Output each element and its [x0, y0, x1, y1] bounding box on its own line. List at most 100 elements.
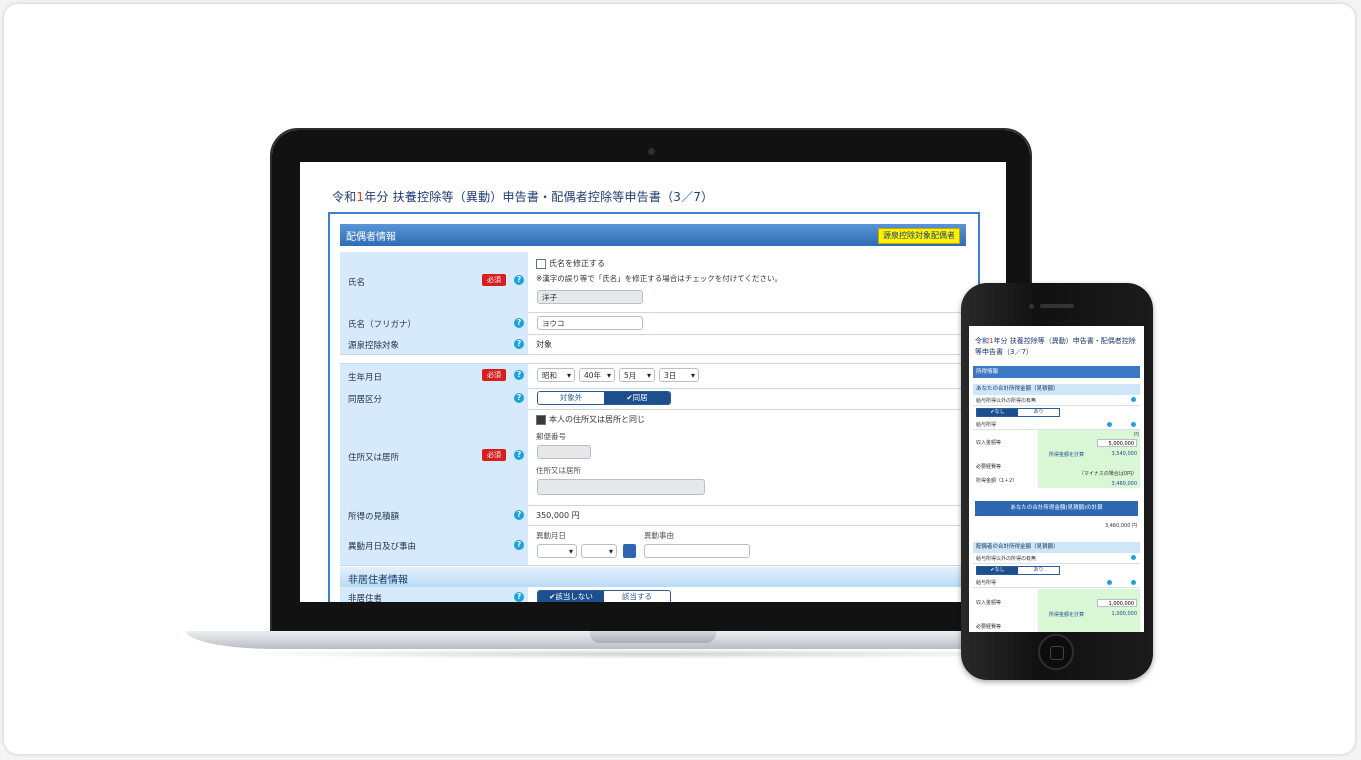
product-showcase-card: 令和1年分 扶養控除等（異動）申告書・配偶者控除等申告書（3／7） 配偶者情報 …	[4, 4, 1355, 754]
cohabit-label: 同居区分	[348, 395, 383, 405]
phone-spouse-gross-input[interactable]: 1,000,000	[1097, 599, 1137, 607]
required-badge: 必須	[482, 449, 506, 461]
address-sub-label: 住所又は居所	[536, 466, 581, 475]
toggle-none[interactable]: ✔なし	[977, 409, 1018, 416]
phone-screen: 令和1年分 扶養控除等（異動）申告書・配偶者控除等申告書（3／7） 所得情報 あ…	[969, 326, 1144, 632]
postal-label: 郵便番号	[536, 432, 566, 441]
phone-self-result: 3,460,000 円	[1104, 523, 1137, 529]
phone-spouse-calc-link[interactable]: 所得金額を計算	[1049, 611, 1089, 618]
phone-self-income-header: あなたの合計所得金額（見積額）	[973, 384, 1140, 395]
checkbox-checked-icon[interactable]	[536, 414, 546, 425]
era-select[interactable]: 昭和	[537, 368, 575, 383]
nonresident-option-on[interactable]: ✔該当しない	[538, 591, 604, 602]
phone-home-button	[1038, 634, 1074, 670]
phone-row-other-income: 給与所得以外の所得の有無	[973, 396, 1140, 406]
change-reason-field[interactable]	[644, 544, 750, 558]
month-select[interactable]: 5月	[619, 368, 655, 383]
name-row: 氏名 必須 ? 氏名を修正する ※漢字の誤り等で「氏名」を修正する場合はチェック…	[340, 252, 966, 313]
income-row: 所得の見積額 ? 350,000 円	[340, 505, 966, 526]
laptop-camera	[648, 148, 655, 155]
phone-calc-link[interactable]: 所得金額を計算	[1049, 451, 1089, 458]
address-row: 住所又は居所 必須 ? 本人の住所又は居所と同じ 郵便番号 住所又は居所	[340, 409, 966, 506]
name-label: 氏名	[348, 278, 366, 288]
phone-calc-value: 3,540,000	[1111, 451, 1137, 457]
same-address-checkbox[interactable]: 本人の住所又は居所と同じ	[536, 414, 645, 425]
phone-total-value: 3,460,000	[1111, 481, 1137, 487]
change-date-label: 異動月日	[536, 531, 566, 540]
help-icon[interactable]	[1131, 422, 1136, 427]
change-month-select[interactable]	[537, 544, 577, 559]
cohabit-toggle[interactable]: 対象外 ✔同居	[537, 391, 671, 405]
laptop-base-notch	[590, 631, 716, 643]
name-field[interactable]: 洋子	[537, 290, 643, 304]
phone-speaker	[1040, 304, 1074, 308]
toggle-none[interactable]: ✔なし	[977, 567, 1018, 574]
furigana-field[interactable]: ヨウコ	[537, 316, 643, 330]
nonresident-header: 非居住者情報	[340, 567, 966, 587]
day-select[interactable]: 3日	[659, 368, 699, 383]
withholding-value: 対象	[536, 340, 552, 349]
cohabit-option-off[interactable]: 対象外	[538, 392, 604, 404]
furigana-row: 氏名（フリガナ） ? ヨウコ	[340, 312, 966, 335]
laptop-screen: 令和1年分 扶養控除等（異動）申告書・配偶者控除等申告書（3／7） 配偶者情報 …	[300, 162, 1006, 602]
change-label: 異動月日及び事由	[348, 542, 417, 552]
nonresident-option-off[interactable]: 該当する	[604, 591, 670, 602]
phone-spouse-row-other: 必要経費等	[976, 624, 1002, 630]
income-value: 350,000 円	[536, 511, 580, 520]
help-icon[interactable]: ?	[514, 318, 524, 328]
furigana-label: 氏名（フリガナ）	[348, 320, 417, 330]
change-day-select[interactable]	[581, 544, 617, 559]
name-fix-checkbox[interactable]: 氏名を修正する	[536, 258, 605, 269]
help-icon[interactable]	[1107, 580, 1112, 585]
phone-spouse-row-other-income: 給与所得以外の所得の有無	[973, 554, 1140, 564]
nonresident-label: 非居住者	[348, 594, 383, 602]
phone-spouse-toggle[interactable]: ✔なし あり	[976, 566, 1060, 575]
help-icon[interactable]: ?	[514, 393, 524, 403]
phone-camera	[1029, 304, 1034, 309]
cohabit-option-on[interactable]: ✔同居	[604, 392, 670, 404]
help-icon[interactable]: ?	[514, 592, 524, 602]
section-header: 配偶者情報 源泉控除対象配偶者	[340, 224, 966, 246]
checkbox-icon[interactable]	[536, 258, 546, 269]
nonresident-toggle[interactable]: ✔該当しない 該当する	[537, 590, 671, 602]
section-title: 配偶者情報	[346, 232, 396, 243]
help-icon[interactable]	[1131, 580, 1136, 585]
help-icon[interactable]	[1107, 422, 1112, 427]
toggle-some[interactable]: あり	[1018, 567, 1059, 574]
toggle-some[interactable]: あり	[1018, 409, 1059, 416]
cohabit-row: 同居区分 ? 対象外 ✔同居	[340, 387, 966, 410]
laptop-bezel	[300, 602, 1006, 630]
phone-spouse-calc-value: 1,000,000	[1111, 611, 1137, 617]
phone-row-salary: 給与所得	[973, 420, 1140, 430]
help-icon[interactable]: ?	[514, 339, 524, 349]
help-icon[interactable]: ?	[514, 540, 524, 550]
calendar-icon[interactable]	[623, 544, 636, 558]
birthdate-label: 生年月日	[348, 373, 383, 383]
change-reason-label: 異動事由	[644, 531, 674, 540]
help-icon[interactable]: ?	[514, 275, 524, 285]
phone-income-toggle[interactable]: ✔なし あり	[976, 408, 1060, 417]
page-title: 令和1年分 扶養控除等（異動）申告書・配偶者控除等申告書（3／7）	[332, 190, 714, 204]
section-tag: 源泉控除対象配偶者	[878, 228, 960, 244]
required-badge: 必須	[482, 274, 506, 286]
required-badge: 必須	[482, 369, 506, 381]
phone-section-header: 所得情報	[973, 366, 1140, 378]
help-icon[interactable]: ?	[514, 370, 524, 380]
phone-spouse-row-salary: 給与所得	[973, 578, 1140, 588]
laptop-shadow	[224, 649, 1084, 659]
nonresident-row: 非居住者 ? ✔該当しない 該当する	[340, 587, 966, 602]
phone-page-title: 令和1年分 扶養控除等（異動）申告書・配偶者控除等申告書（3／7）	[975, 337, 1136, 356]
change-row: 異動月日及び事由 ? 異動月日 異動事由	[340, 525, 966, 566]
phone-gross-input[interactable]: 5,000,000	[1097, 439, 1137, 447]
birthdate-row: 生年月日 必須 ? 昭和 40年 5月 3日	[340, 363, 966, 389]
help-icon[interactable]: ?	[514, 450, 524, 460]
phone-calc-button[interactable]: あなたの合計所得金額(見積額)の計算	[975, 501, 1138, 516]
year-select[interactable]: 40年	[579, 368, 615, 383]
help-icon[interactable]: ?	[514, 510, 524, 520]
income-label: 所得の見積額	[348, 512, 400, 522]
address-label: 住所又は居所	[348, 453, 400, 463]
address-field[interactable]	[537, 479, 705, 495]
name-note: ※漢字の誤り等で「氏名」を修正する場合はチェックを付けてください。	[536, 274, 783, 283]
withholding-row: 源泉控除対象 ? 対象	[340, 334, 966, 355]
postal-field[interactable]	[537, 445, 591, 459]
